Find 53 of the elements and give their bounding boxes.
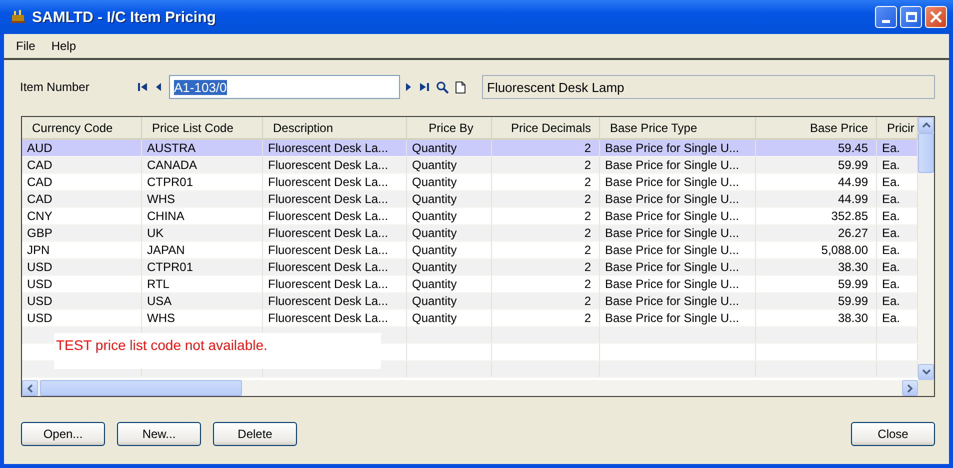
push-button[interactable]: Open... — [21, 422, 105, 446]
scroll-up-button[interactable] — [918, 117, 934, 133]
error-message: TEST price list code not available. — [54, 333, 381, 369]
scroll-thumb[interactable] — [918, 133, 934, 173]
table-row[interactable]: CAD CTPR01 Fluorescent Desk La... Quantity 2 Base Price for Single U... 44.99 Ea. — [22, 174, 918, 191]
table-row[interactable]: USD USA Fluorescent Desk La... Quantity 2 Base Price for Single U... 59.99 Ea. — [22, 293, 918, 310]
table-row[interactable]: AUD AUSTRA Fluorescent Desk La... Quantity 2 Base Price for Single U... 59.45 Ea. — [22, 140, 918, 157]
minimize-button[interactable] — [875, 6, 897, 28]
push-button[interactable]: Delete — [213, 422, 297, 446]
table-row[interactable]: USD WHS Fluorescent Desk La... Quantity 2 Base Price for Single U... 38.30 Ea. — [22, 310, 918, 327]
column-header[interactable]: Price By — [407, 117, 492, 138]
scroll-left-button[interactable] — [22, 380, 38, 396]
column-header[interactable]: Description — [263, 117, 407, 138]
scroll-right-button[interactable] — [902, 380, 918, 396]
push-button[interactable]: New... — [117, 422, 201, 446]
scrollbar-corner — [918, 380, 934, 396]
description-field: Fluorescent Desk Lamp — [482, 75, 935, 99]
close-icon[interactable] — [929, 10, 943, 24]
scroll-down-button[interactable] — [918, 364, 934, 380]
search-icon[interactable] — [436, 80, 449, 94]
maximize-button[interactable] — [900, 6, 922, 28]
next-record-icon[interactable] — [404, 82, 412, 92]
table-row[interactable]: GBP UK Fluorescent Desk La... Quantity 2 Base Price for Single U... 26.27 Ea. — [22, 225, 918, 242]
table-row[interactable]: USD CTPR01 Fluorescent Desk La... Quantity 2 Base Price for Single U... 38.30 Ea. — [22, 259, 918, 276]
column-header[interactable]: Currency Code — [22, 117, 142, 138]
vertical-scrollbar[interactable] — [918, 117, 934, 380]
previous-record-icon[interactable] — [155, 82, 163, 92]
table-row[interactable]: CAD CANADA Fluorescent Desk La... Quantity 2 Base Price for Single U... 59.99 Ea. — [22, 157, 918, 174]
table-row[interactable]: JPN JAPAN Fluorescent Desk La... Quantity 2 Base Price for Single U... 5,088.00 Ea. — [22, 242, 918, 259]
window-title: SAMLTD - I/C Item Pricing — [32, 8, 217, 26]
scroll-thumb[interactable] — [40, 380, 242, 396]
close-button[interactable] — [925, 6, 947, 28]
left-chevron-icon[interactable] — [27, 384, 33, 392]
column-header[interactable]: Base Price — [756, 117, 877, 138]
menu-item[interactable]: File — [14, 38, 38, 54]
field-label: Item Number — [20, 80, 90, 94]
column-header[interactable]: Price Decimals — [492, 117, 600, 138]
column-header[interactable]: Price List Code — [142, 117, 263, 138]
down-chevron-icon[interactable] — [922, 369, 930, 375]
table-row[interactable]: CAD WHS Fluorescent Desk La... Quantity 2 Base Price for Single U... 44.99 Ea. — [22, 191, 918, 208]
first-record-icon[interactable] — [137, 82, 149, 92]
push-button[interactable]: Close — [851, 422, 935, 446]
last-record-icon[interactable] — [418, 82, 430, 92]
table-row[interactable]: USD RTL Fluorescent Desk La... Quantity 2 Base Price for Single U... 59.99 Ea. — [22, 276, 918, 293]
table-row[interactable]: CNY CHINA Fluorescent Desk La... Quantity 2 Base Price for Single U... 352.85 Ea. — [22, 208, 918, 225]
item-number-field[interactable]: A1-103/0 — [169, 75, 400, 99]
document-icon[interactable] — [455, 80, 466, 94]
column-header[interactable]: Base Price Type — [600, 117, 756, 138]
up-chevron-icon[interactable] — [922, 122, 930, 128]
right-chevron-icon[interactable] — [907, 384, 913, 392]
menu-item[interactable]: Help — [49, 38, 78, 54]
horizontal-scrollbar[interactable] — [22, 380, 918, 396]
app-icon — [10, 9, 26, 25]
